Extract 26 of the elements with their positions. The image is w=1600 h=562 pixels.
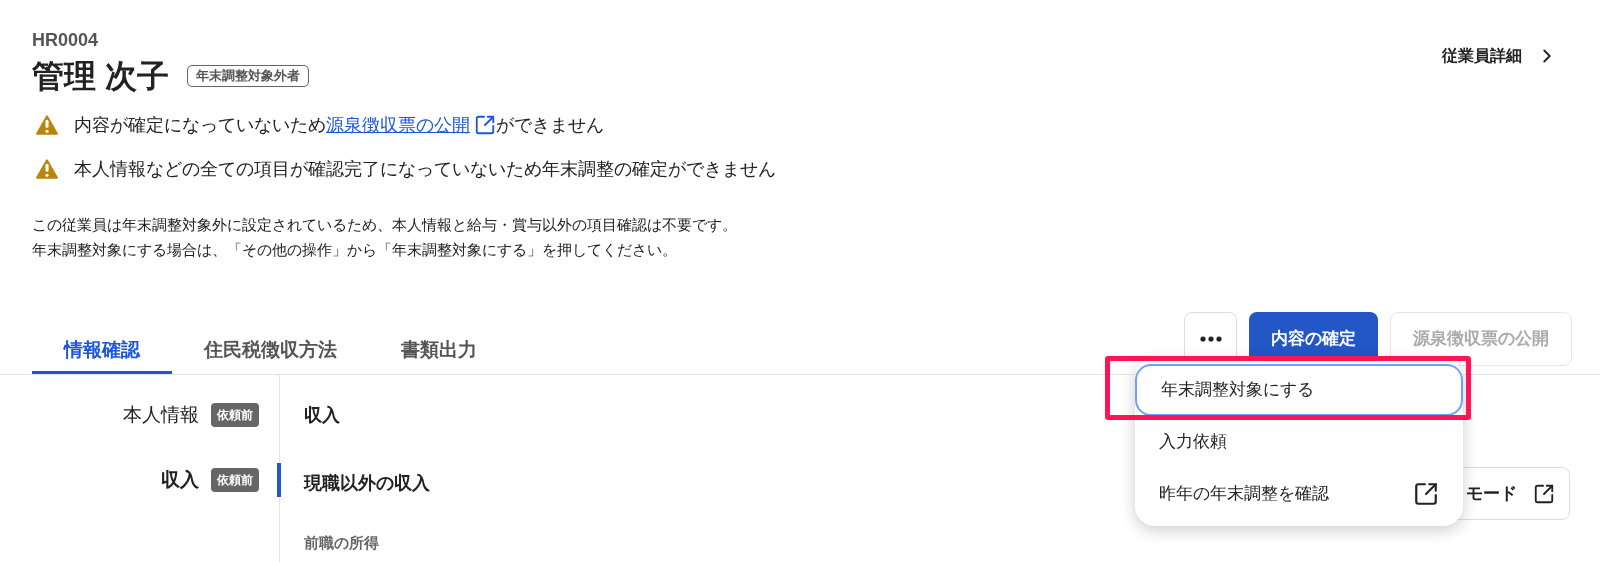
employee-detail-link[interactable]: 従業員詳細 — [1442, 36, 1558, 76]
notice-text: この従業員は年末調整対象外に設定されているため、本人情報と給与・賞与以外の項目確認は不要です。 — [32, 215, 738, 235]
external-link-icon — [1533, 482, 1555, 505]
tab[interactable]: 書類出力 — [369, 330, 509, 374]
menu-item[interactable]: 年末調整対象にする — [1135, 364, 1463, 416]
status-tag: 年末調整対象外者 — [186, 65, 309, 87]
menu-item[interactable]: 入力依頼 — [1135, 416, 1463, 468]
warning-text: 本人情報などの全ての項目が確認完了になっていないため年末調整の確定ができません — [74, 158, 776, 181]
menu-item[interactable]: 昨年の年末調整を確認 — [1135, 468, 1463, 520]
warning-text: 内容が確定になっていないため源泉徴収票の公開 ができません — [74, 110, 604, 140]
more-icon — [1199, 336, 1222, 342]
section-title: 収入 — [304, 404, 341, 427]
tab[interactable]: 住民税徴収方法 — [172, 330, 369, 374]
status-badge: 依頼前 — [211, 467, 259, 492]
active-indicator — [277, 462, 281, 497]
notice-text: 年末調整対象にする場合は、「その他の操作」から「年末調整対象にする」を押してください。 — [32, 240, 678, 260]
tab[interactable]: 情報確認 — [32, 330, 172, 374]
employee-code: HR0004 — [32, 29, 100, 52]
publish-link[interactable]: 源泉徴収票の公開 — [326, 110, 496, 140]
sidebar-item[interactable]: 本人情報 — [123, 401, 199, 430]
employee-name: 管理 次子 — [32, 57, 169, 96]
item-label: 前職の所得 — [304, 533, 380, 553]
status-badge: 依頼前 — [211, 403, 259, 428]
sidebar-item[interactable]: 収入 — [161, 465, 199, 494]
external-link-icon — [474, 114, 496, 136]
subsection-title: 現職以外の収入 — [304, 472, 430, 495]
